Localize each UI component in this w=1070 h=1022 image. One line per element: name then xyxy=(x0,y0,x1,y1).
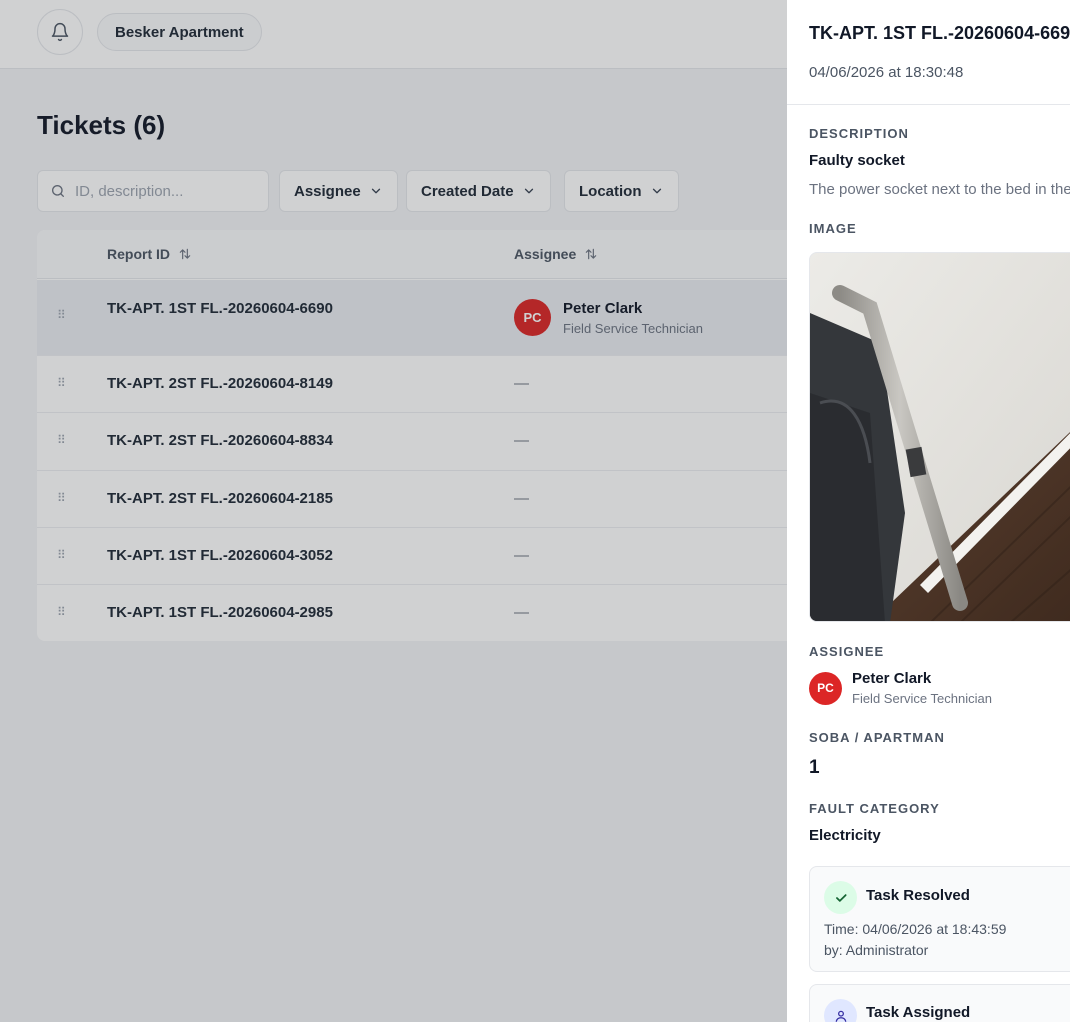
event-title: Task Assigned xyxy=(866,1004,971,1021)
event-actor: by: Administrator xyxy=(824,942,929,958)
event-time: Time: 04/06/2026 at 18:43:59 xyxy=(824,921,1007,937)
event-assigned-badge xyxy=(824,999,857,1022)
room-label: SOBA / APARTMAN xyxy=(809,730,945,745)
fault-category-label: FAULT CATEGORY xyxy=(809,801,940,816)
fault-category-value: Electricity xyxy=(809,827,881,844)
avatar: PC xyxy=(809,671,842,705)
image-label: IMAGE xyxy=(809,221,857,236)
panel-header: TK-APT. 1ST FL.-20260604-6690 04/06/2026… xyxy=(787,0,1070,105)
description-label: DESCRIPTION xyxy=(809,126,909,141)
ticket-detail-panel: TK-APT. 1ST FL.-20260604-6690 04/06/2026… xyxy=(787,0,1070,1022)
user-icon xyxy=(835,1010,846,1022)
socket-photo-image xyxy=(810,253,1070,621)
event-resolved-badge xyxy=(824,881,857,914)
detail-assignee-role: Field Service Technician xyxy=(852,691,992,706)
event-title: Task Resolved xyxy=(866,887,970,904)
event-task-resolved: Task Resolved Time: 04/06/2026 at 18:43:… xyxy=(809,866,1070,972)
ticket-title: TK-APT. 1ST FL.-20260604-6690 xyxy=(809,23,1070,43)
ticket-created-date: 04/06/2026 at 18:30:48 xyxy=(809,64,964,81)
assignee-label: ASSIGNEE xyxy=(809,644,885,659)
detail-assignee-name: Peter Clark xyxy=(852,670,932,687)
description-title: Faulty socket xyxy=(809,152,905,169)
detail-assignee: PC Peter Clark Field Service Technician xyxy=(809,670,992,706)
description-text: The power socket next to the bed in the … xyxy=(809,181,1070,198)
room-value: 1 xyxy=(809,757,820,778)
ticket-photo[interactable] xyxy=(809,252,1070,622)
check-icon xyxy=(835,893,847,902)
event-task-assigned: Task Assigned xyxy=(809,984,1070,1022)
